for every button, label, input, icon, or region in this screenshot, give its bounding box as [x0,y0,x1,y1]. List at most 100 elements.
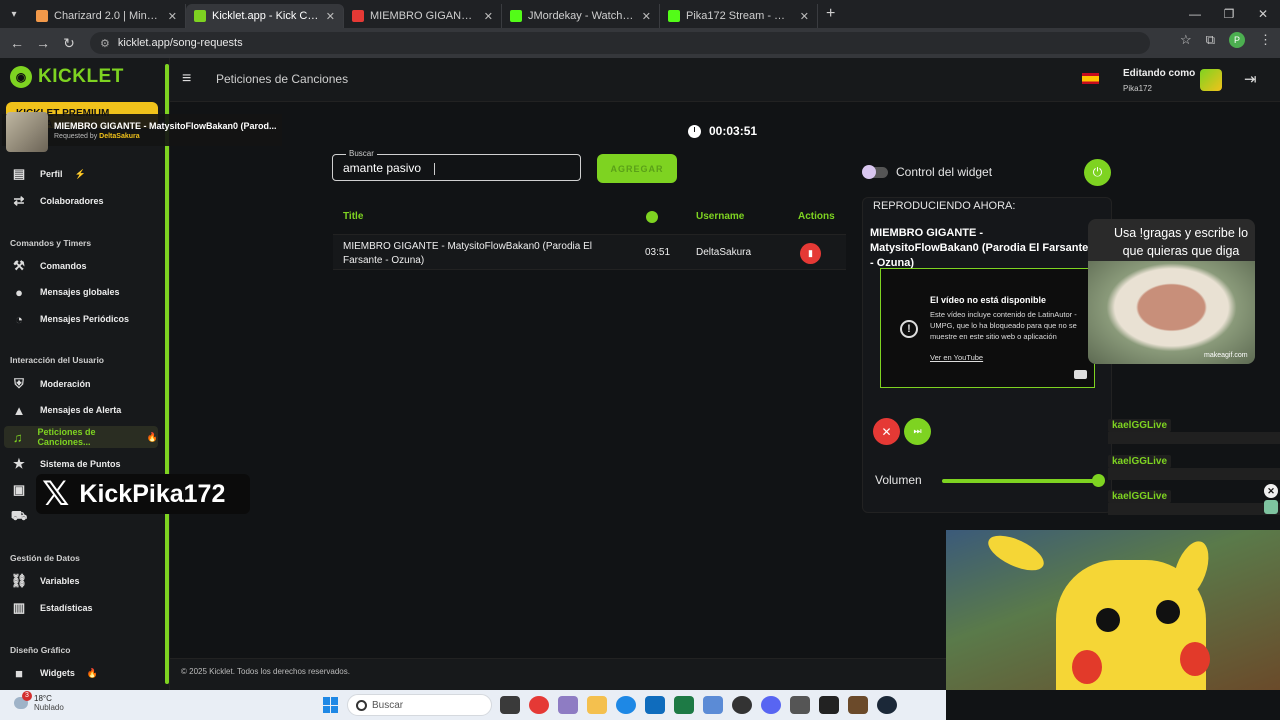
tab-search-icon[interactable]: ▾ [0,0,28,28]
minimize-icon[interactable]: — [1178,0,1212,28]
url-field[interactable]: ⚙ kicklet.app/song-requests [90,32,1150,54]
row-duration: 03:51 [645,247,671,258]
chrome-icon[interactable] [529,696,549,714]
popup-song-title: MIEMBRO GIGANTE - MatysitoFlowBakan0 (Pa… [54,120,277,131]
sidebar-item-label: Peticiones de Canciones... [37,427,96,447]
browser-menu-icon[interactable]: ⋮ [1259,32,1272,48]
outlook-icon[interactable] [645,696,665,714]
search-field[interactable] [332,154,581,181]
sidebar-item-comandos[interactable]: ⚒ Comandos [10,255,86,277]
sidebar-item-widgets[interactable]: ■ Widgets 🔥 [10,662,98,684]
profile-avatar[interactable]: P [1229,32,1245,48]
widget-control-toggle[interactable] [862,165,888,179]
close-icon[interactable]: ✕ [326,10,335,23]
windows-start-icon[interactable] [323,697,339,713]
close-icon[interactable]: ✕ [800,10,809,23]
power-button[interactable]: ⏻ [1084,159,1111,186]
obs-icon[interactable] [732,696,752,714]
add-song-button[interactable]: AGREGAR [597,154,677,183]
sidebar-item-peticiones[interactable]: ♫ Peticiones de Canciones... 🔥 [4,426,158,448]
browser-tab[interactable]: JMordekay - Watch the VOD on ✕ [502,4,660,28]
kicklet-logo[interactable]: ◉ KICKLET [10,66,124,88]
browser-tab[interactable]: Pika172 Stream - Watch Live on ✕ [660,4,818,28]
close-window-icon[interactable]: ✕ [1246,0,1280,28]
chat-username: kaelGGLive [1108,490,1172,503]
capcut-icon[interactable] [819,696,839,714]
clock-icon: ◔ [15,311,23,327]
sidebar-item-gift[interactable]: ▣ [10,479,28,501]
avatar[interactable] [1200,69,1222,91]
chat-message-body [1108,468,1280,480]
sidebar-item-label: Moderación [40,379,91,389]
window-controls: — ❐ ✕ [1178,0,1280,28]
browser-tab[interactable]: Charizard 2.0 | Minecraft Skin ✕ [28,4,186,28]
close-icon[interactable]: ✕ [484,10,493,23]
back-icon[interactable]: ← [4,35,30,51]
sidebar-item-variables[interactable]: ⛓ Variables [10,570,80,592]
music-icon: ♫ [12,429,23,445]
bookmark-star-icon[interactable]: ☆ [1180,32,1192,48]
close-icon[interactable]: ✕ [168,10,177,23]
reload-icon[interactable]: ↻ [56,35,82,52]
menu-toggle-icon[interactable]: ≡ [182,70,191,88]
restore-icon[interactable]: ❐ [1212,0,1246,28]
editing-label: Editando como [1123,68,1196,79]
video-player[interactable]: ! El vídeo no está disponible Este vídeo… [880,268,1095,388]
sidebar-item-moderacion[interactable]: ⛨ Moderación [10,373,91,395]
new-tab-icon[interactable]: + [826,5,835,23]
sidebar-item-mensajes-periodicos[interactable]: ◔ Mensajes Periódicos [10,308,129,330]
column-duration [646,211,658,226]
url-text: kicklet.app/song-requests [117,37,243,49]
spain-flag-icon[interactable] [1082,73,1099,84]
windows-taskbar: 18°C Nublado Buscar [0,690,946,720]
browser-tab[interactable]: MIEMBRO GIGANTE - Matysito ✕ [344,4,502,28]
copilot-icon[interactable] [558,696,578,714]
bolt-icon: ⚡ [74,168,86,179]
volume-slider-thumb[interactable] [1092,474,1105,487]
volume-slider[interactable] [942,479,1100,483]
sidebar-item-perfil[interactable]: ▤ Perfil ⚡ [10,163,86,185]
overlay-toggle-icon[interactable] [1264,500,1278,514]
settings-icon[interactable] [790,696,810,714]
tab-favicon-icon [510,10,522,22]
close-icon[interactable]: ✕ [642,10,651,23]
requested-user: DeltaSakura [99,132,140,140]
copyright-text: © 2025 Kicklet. Todos los derechos reser… [181,667,350,676]
sidebar-item-mensajes-globales[interactable]: ● Mensajes globales [10,281,119,303]
sidebar-item-mensajes-alerta[interactable]: ▲ Mensajes de Alerta [10,399,122,421]
discord-icon[interactable] [761,696,781,714]
forward-icon[interactable]: → [30,35,56,51]
search-input[interactable] [343,160,573,176]
sidebar-scrollbar[interactable] [165,64,169,684]
sidebar-item-shop[interactable]: ⛟ [10,506,28,528]
site-info-icon[interactable]: ⚙ [100,37,110,50]
watch-on-youtube-link[interactable]: Ver en YouTube [930,353,983,362]
browser-tab-active[interactable]: Kicklet.app - Kick Chatbot and ✕ [186,4,344,28]
sidebar-item-estadisticas[interactable]: ▥ Estadísticas [10,597,93,619]
stop-button[interactable]: ✕ [873,418,900,445]
logout-icon[interactable]: ⇥ [1244,70,1257,88]
sidebar-item-puntos[interactable]: ★ Sistema de Puntos [10,453,120,475]
tab-favicon-icon [194,10,206,22]
edge-icon[interactable] [616,696,636,714]
youtube-icon[interactable] [1074,370,1087,379]
taskbar-search[interactable]: Buscar [347,694,492,716]
minecraft-icon[interactable] [848,696,868,714]
weather-widget[interactable]: 18°C Nublado [14,691,64,712]
folder-icon[interactable] [587,696,607,714]
chat-message: kaelGGLive [1108,419,1280,449]
search-label: Buscar [346,149,377,158]
extensions-icon[interactable]: ⧉ [1206,32,1215,48]
column-username: Username [696,211,745,222]
vscode-icon[interactable] [703,696,723,714]
sidebar-item-colaboradores[interactable]: ⇄ Colaboradores [10,190,104,212]
wrench-icon: ⚒ [13,258,25,273]
skip-button[interactable]: ⏭ [904,418,931,445]
taskview-icon[interactable] [500,696,520,714]
delete-button[interactable]: ▮ [800,243,821,264]
steam-icon[interactable] [877,696,897,714]
tts-text: Usa !gragas y escribe lo que quieras que… [1113,226,1249,258]
close-icon[interactable]: ✕ [1264,484,1278,498]
page-title: Peticiones de Canciones [216,72,349,86]
excel-icon[interactable] [674,696,694,714]
